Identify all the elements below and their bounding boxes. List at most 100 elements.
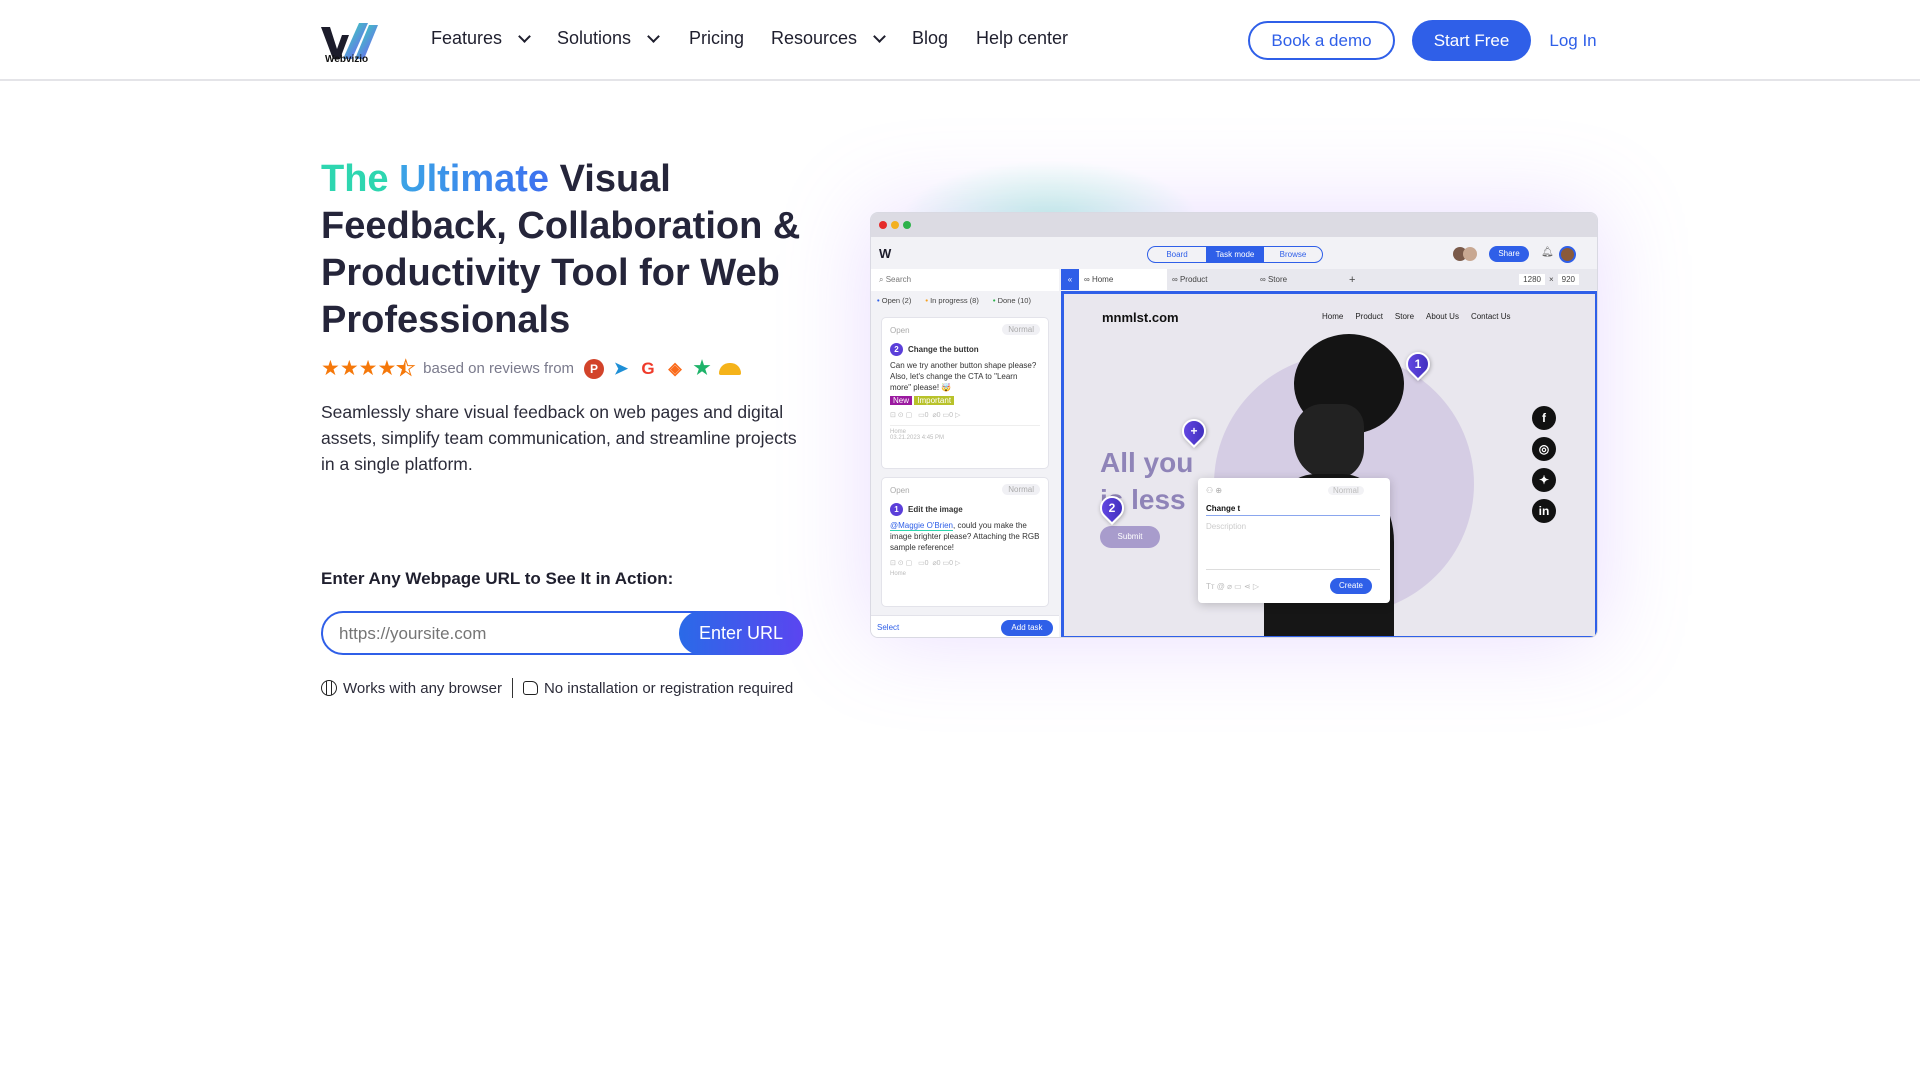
trustpilot-icon[interactable]: ★ (692, 358, 712, 379)
nav-label: Help center (976, 28, 1069, 48)
instagram-icon[interactable]: ◎ (1532, 437, 1556, 461)
new-task-popup: ⚇ ⊕ Normal Change t Description Tт @ ⌀ ▭… (1198, 478, 1390, 603)
crozdesk-icon[interactable] (719, 362, 742, 375)
mode-board[interactable]: Board (1148, 247, 1206, 262)
hero-title: The Ultimate Visual Feedback, Collaborat… (321, 156, 841, 344)
site-header: Webvizio Features Solutions Pricing Reso… (0, 0, 1920, 81)
bell-icon[interactable]: 🔔︎ (1541, 247, 1554, 258)
chevron-down-icon (647, 29, 660, 43)
globe-icon (321, 680, 337, 696)
mode-switch: Board Task mode Browse (1147, 246, 1323, 263)
task-title: Edit the image (908, 505, 963, 514)
divider (511, 678, 513, 698)
facebook-icon[interactable]: f (1532, 406, 1556, 430)
logo-wordmark: Webvizio (325, 54, 369, 65)
tab-product[interactable]: ∞ Product (1167, 269, 1255, 290)
new-tab-icon[interactable]: + (1349, 274, 1355, 286)
site-logo: mnmlst.com (1102, 310, 1179, 325)
task-page: Home (890, 571, 907, 577)
task-title: Change the button (908, 345, 979, 354)
nav-help-center[interactable]: Help center (976, 28, 1068, 49)
assignee-icon[interactable]: ⚇ ⊕ (1206, 486, 1222, 495)
share-button[interactable]: Share (1489, 246, 1529, 262)
capterra-icon[interactable]: ➤ (611, 359, 631, 379)
rating-row: ★★★★★ based on reviews from P ➤ G ◈ ★ (321, 356, 748, 381)
mention-link[interactable]: @Maggie O'Brien (890, 521, 954, 531)
priority-select[interactable]: Normal (1002, 484, 1040, 495)
tab-home[interactable]: ∞ Home (1079, 269, 1167, 290)
maximize-dot[interactable] (903, 221, 911, 229)
nav-label: Blog (912, 28, 949, 48)
producthunt-icon[interactable]: P (584, 358, 605, 379)
login-link[interactable]: Log In (1545, 20, 1601, 61)
star-icon: ★ (377, 357, 397, 380)
note-no-install: No installation or registration required (543, 679, 794, 697)
task-pin-number: 1 (890, 503, 903, 516)
sidebar-footer: Select Add task (871, 615, 1059, 637)
title-rest: Visual Feedback, Collaboration & Product… (321, 158, 801, 341)
nav-solutions[interactable]: Solutions (557, 28, 660, 49)
viewport-height[interactable]: 920 (1557, 274, 1579, 285)
app-logo: W (879, 246, 892, 261)
format-toolbar-icons[interactable]: Tт @ ⌀ ▭ ⋖ ▷ (1206, 582, 1259, 591)
nav-label: Resources (771, 28, 858, 48)
star-icon: ★ (339, 357, 359, 380)
nav-resources[interactable]: Resources (771, 28, 886, 49)
filter-done[interactable]: • Done (10) (993, 296, 1031, 306)
mode-browse[interactable]: Browse (1264, 247, 1322, 262)
mode-task[interactable]: Task mode (1206, 247, 1264, 262)
browser-tabs: « ∞ Home ∞ Product ∞ Store + 1280 × 920 (1061, 269, 1597, 290)
status-filters: • Open (2) • In progress (8) • Done (10) (871, 293, 1059, 309)
app-mockup: W Board Task mode Browse Share 🔔︎ ⌕ Sear… (870, 212, 1598, 638)
priority-select[interactable]: Normal (1328, 486, 1364, 495)
start-free-button[interactable]: Start Free (1412, 20, 1531, 61)
star-icon: ★ (321, 357, 340, 380)
linkedin-icon[interactable]: in (1532, 499, 1556, 523)
getapp-icon[interactable]: ◈ (665, 359, 685, 379)
description-input[interactable]: Description (1206, 522, 1380, 570)
add-pin[interactable]: + (1177, 414, 1211, 448)
collapse-icon[interactable]: « (1061, 269, 1079, 290)
priority-select[interactable]: Normal (1002, 324, 1040, 335)
add-task-button[interactable]: Add task (1001, 620, 1053, 636)
search-placeholder: Search (885, 275, 912, 284)
viewport-width[interactable]: 1280 (1519, 274, 1545, 285)
select-link[interactable]: Select (877, 623, 899, 632)
twitter-icon[interactable]: ✦ (1532, 468, 1556, 492)
nav-label: Pricing (689, 28, 745, 48)
chevron-down-icon (873, 29, 886, 43)
filter-open[interactable]: • Open (2) (877, 296, 911, 306)
tab-store[interactable]: ∞ Store (1255, 269, 1343, 290)
site-nav-item[interactable]: Product (1355, 312, 1383, 321)
nav-blog[interactable]: Blog (912, 28, 948, 49)
site-nav-item[interactable]: Store (1395, 312, 1414, 321)
title-highlight-1: The (321, 158, 389, 200)
enter-url-button[interactable]: Enter URL (679, 611, 803, 655)
g2-icon[interactable]: G (638, 359, 658, 379)
puzzle-icon (522, 681, 538, 695)
book-demo-button[interactable]: Book a demo (1248, 21, 1395, 60)
close-dot[interactable] (879, 221, 887, 229)
task-body: Can we try another button shape please? … (890, 361, 1037, 392)
create-button[interactable]: Create (1330, 578, 1372, 594)
nav-features[interactable]: Features (431, 28, 531, 49)
site-nav-item[interactable]: Contact Us (1471, 312, 1511, 321)
site-submit-button[interactable]: Submit (1100, 526, 1160, 548)
url-input[interactable] (339, 622, 669, 646)
tab-label: Product (1179, 275, 1208, 284)
minimize-dot[interactable] (891, 221, 899, 229)
person-face (1294, 404, 1364, 479)
site-nav-item[interactable]: Home (1322, 312, 1343, 321)
chevron-down-icon (518, 29, 531, 43)
nav-pricing[interactable]: Pricing (689, 28, 744, 49)
task-meta: ⊡ ⊙ ▢ ▭0 ⌀0 ▭0 ▷ (890, 412, 961, 419)
task-title-input[interactable]: Change t (1206, 504, 1380, 516)
pin-label: 2 (1108, 501, 1116, 515)
site-nav-item[interactable]: About Us (1426, 312, 1459, 321)
search-input[interactable]: ⌕ Search (871, 269, 1059, 291)
user-avatar[interactable] (1559, 246, 1576, 263)
half-star-icon: ★ (396, 357, 416, 381)
filter-in-progress[interactable]: • In progress (8) (925, 296, 979, 306)
task-card[interactable]: Open Normal 2 Change the button Can we tr… (881, 317, 1049, 469)
task-card[interactable]: Open Normal 1 Edit the image @Maggie O'Br… (881, 477, 1049, 607)
